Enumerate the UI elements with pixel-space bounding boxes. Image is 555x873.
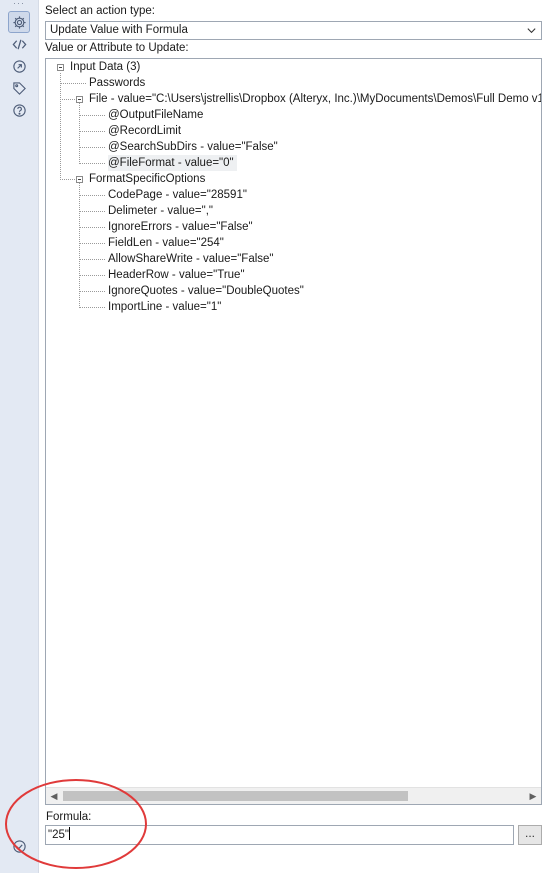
action-type-value: Update Value with Formula: [50, 24, 188, 36]
scrollbar-thumb[interactable]: [63, 791, 408, 801]
configuration-panel: Select an action type: Update Value with…: [39, 0, 555, 873]
tree-connector: [79, 227, 105, 228]
tree-node-import-line[interactable]: ImportLine - value="1": [108, 299, 221, 315]
scroll-right-icon[interactable]: ▶: [525, 788, 541, 804]
tree-connector: [60, 179, 75, 180]
tree-connector: [79, 163, 105, 164]
navigate-icon[interactable]: [9, 56, 29, 76]
tree-node-file[interactable]: File - value="C:\Users\jstrellis\Dropbox…: [89, 91, 541, 107]
tree-node-search-sub-dirs[interactable]: @SearchSubDirs - value="False": [108, 139, 278, 155]
action-type-label: Select an action type:: [45, 5, 155, 17]
formula-value: "25": [48, 829, 69, 841]
tag-icon[interactable]: [9, 78, 29, 98]
tree-node-field-len[interactable]: FieldLen - value="254": [108, 235, 224, 251]
tree-connector: [79, 211, 105, 212]
tree-connector: [79, 131, 105, 132]
help-icon[interactable]: [9, 100, 29, 120]
tree-node-delimeter[interactable]: Delimeter - value=",": [108, 203, 213, 219]
tree-node-ignore-quotes[interactable]: IgnoreQuotes - value="DoubleQuotes": [108, 283, 304, 299]
tree-connector: [79, 115, 105, 116]
chevron-down-icon: [527, 28, 536, 34]
collapse-icon[interactable]: [76, 96, 83, 103]
rail-grip-icon: ···: [13, 0, 25, 8]
collapse-icon[interactable]: [76, 176, 83, 183]
formula-browse-button[interactable]: ...: [518, 825, 542, 845]
tree-connector: [60, 73, 61, 180]
tree-node-file-format[interactable]: @FileFormat - value="0": [108, 155, 237, 171]
tree-connector: [79, 183, 80, 308]
value-attribute-label: Value or Attribute to Update:: [45, 42, 189, 54]
tool-icon-rail: ···: [0, 0, 39, 873]
tree-node-allow-share-write[interactable]: AllowShareWrite - value="False": [108, 251, 274, 267]
horizontal-scrollbar[interactable]: ◀ ▶: [46, 787, 541, 804]
text-caret: [68, 827, 70, 840]
tree-node-format-specific-options[interactable]: FormatSpecificOptions: [89, 171, 205, 187]
tree-connector: [79, 307, 105, 308]
tree-connector: [79, 243, 105, 244]
configuration-gear-icon[interactable]: [8, 11, 30, 33]
attribute-tree[interactable]: Input Data (3) Passwords File - value="C…: [45, 58, 542, 805]
code-icon[interactable]: [9, 34, 29, 54]
tree-node-input-data[interactable]: Input Data (3): [70, 59, 140, 75]
tree-connector: [79, 195, 105, 196]
tree-connector: [79, 291, 105, 292]
tree-node-record-limit[interactable]: @RecordLimit: [108, 123, 181, 139]
tree-node-ignore-errors[interactable]: IgnoreErrors - value="False": [108, 219, 253, 235]
tree-connector: [79, 147, 105, 148]
action-type-select[interactable]: Update Value with Formula: [45, 21, 542, 40]
scroll-left-icon[interactable]: ◀: [46, 788, 62, 804]
collapse-icon[interactable]: [57, 64, 64, 71]
tree-connector: [79, 103, 80, 164]
tree-node-output-file-name[interactable]: @OutputFileName: [108, 107, 203, 123]
tree-connector: [79, 259, 105, 260]
formula-label: Formula:: [46, 811, 92, 823]
tree-node-passwords[interactable]: Passwords: [89, 75, 145, 91]
tree-connector: [60, 99, 75, 100]
tree-connector: [60, 83, 86, 84]
tree-node-code-page[interactable]: CodePage - value="28591": [108, 187, 247, 203]
formula-input[interactable]: "25": [45, 825, 514, 845]
check-icon[interactable]: [9, 836, 29, 856]
tree-connector: [79, 275, 105, 276]
tree-node-header-row[interactable]: HeaderRow - value="True": [108, 267, 245, 283]
